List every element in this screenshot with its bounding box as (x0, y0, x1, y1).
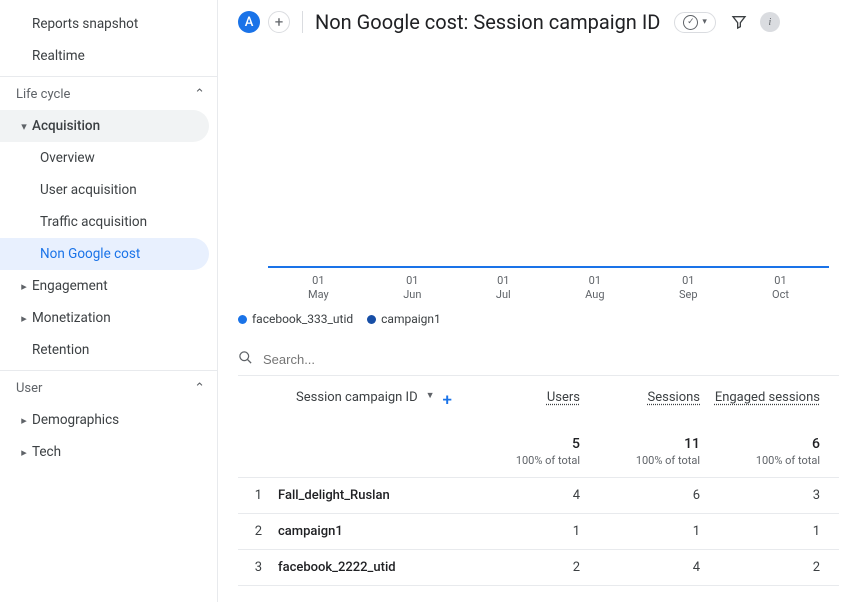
sidebar-item-user-acquisition[interactable]: User acquisition (0, 174, 217, 206)
dimension-dropdown-icon[interactable]: ▼ (426, 390, 435, 401)
dropdown-caret-icon: ▾ (702, 17, 707, 27)
chart-tick: 01Jul (496, 268, 511, 303)
row-users: 1 (468, 524, 588, 539)
avatar[interactable]: A (238, 11, 260, 33)
filter-icon[interactable] (730, 14, 748, 30)
row-index: 3 (238, 560, 278, 575)
caret-right-icon: ▸ (16, 312, 32, 325)
row-users: 4 (468, 488, 588, 503)
data-table: Session campaign ID ▼ + Users Sessions E… (238, 376, 839, 586)
chart-tick: 01Oct (772, 268, 789, 303)
total-users: 5 100% of total (468, 436, 588, 467)
chart-tick: 01Sep (679, 268, 698, 303)
row-engaged-sessions: 2 (708, 560, 828, 575)
table-totals-row: 5 100% of total 11 100% of total 6 100% … (238, 418, 839, 478)
sidebar: Reports snapshot Realtime Life cycle ⌃ ▾… (0, 0, 218, 602)
row-index: 2 (238, 524, 278, 539)
row-sessions: 6 (588, 488, 708, 503)
sidebar-item-acquisition[interactable]: ▾ Acquisition (0, 110, 209, 142)
total-engaged-sessions: 6 100% of total (708, 436, 828, 467)
status-pill[interactable]: ✓ ▾ (674, 12, 716, 33)
sidebar-item-retention[interactable]: Retention (0, 334, 217, 366)
row-dimension: Fall_delight_Ruslan (278, 488, 468, 503)
divider (302, 11, 303, 33)
table-row[interactable]: 2campaign1111 (238, 514, 839, 550)
dimension-header: Session campaign ID ▼ + (238, 390, 468, 410)
chart-x-axis: 01May 01Jun 01Jul 01Aug 01Sep 01Oct (268, 268, 829, 303)
table-row[interactable]: 3facebook_2222_utid242 (238, 550, 839, 586)
chevron-up-icon: ⌃ (194, 87, 205, 102)
chart-tick: 01May (308, 268, 329, 303)
check-circle-icon: ✓ (683, 15, 698, 30)
sidebar-item-realtime[interactable]: Realtime (0, 40, 217, 72)
row-engaged-sessions: 3 (708, 488, 828, 503)
caret-right-icon: ▸ (16, 414, 32, 427)
legend-dot-icon (367, 315, 376, 324)
row-users: 2 (468, 560, 588, 575)
sidebar-item-reports-snapshot[interactable]: Reports snapshot (0, 8, 217, 40)
row-index: 1 (238, 488, 278, 503)
row-sessions: 1 (588, 524, 708, 539)
sidebar-item-overview[interactable]: Overview (0, 142, 217, 174)
metric-header-sessions: Sessions (588, 390, 708, 410)
chart-legend: facebook_333_utid campaign1 (238, 312, 441, 326)
add-dimension-button[interactable]: + (443, 390, 452, 410)
sidebar-item-traffic-acquisition[interactable]: Traffic acquisition (0, 206, 217, 238)
row-engaged-sessions: 1 (708, 524, 828, 539)
sidebar-item-demographics[interactable]: ▸ Demographics (0, 404, 217, 436)
table-row[interactable]: 1Fall_delight_Ruslan463 (238, 478, 839, 514)
main-content: A + Non Google cost: Session campaign ID… (218, 0, 859, 602)
sidebar-category-life-cycle[interactable]: Life cycle ⌃ (0, 76, 217, 110)
row-sessions: 4 (588, 560, 708, 575)
info-icon[interactable]: i (760, 12, 780, 32)
total-sessions: 11 100% of total (588, 436, 708, 467)
caret-right-icon: ▸ (16, 280, 32, 293)
chevron-up-icon: ⌃ (194, 381, 205, 396)
table-header: Session campaign ID ▼ + Users Sessions E… (238, 376, 839, 418)
caret-right-icon: ▸ (16, 446, 32, 459)
sidebar-item-engagement[interactable]: ▸ Engagement (0, 270, 217, 302)
add-comparison-button[interactable]: + (268, 11, 290, 33)
search-input[interactable] (263, 352, 839, 367)
sidebar-item-non-google-cost[interactable]: Non Google cost (0, 238, 209, 270)
sidebar-item-monetization[interactable]: ▸ Monetization (0, 302, 217, 334)
search-icon (238, 350, 253, 369)
row-dimension: campaign1 (278, 524, 468, 539)
sidebar-item-tech[interactable]: ▸ Tech (0, 436, 217, 468)
metric-header-users: Users (468, 390, 588, 410)
page-title: Non Google cost: Session campaign ID (315, 10, 660, 34)
row-dimension: facebook_2222_utid (278, 560, 468, 575)
dimension-label[interactable]: Session campaign ID (296, 390, 418, 405)
legend-dot-icon (238, 315, 247, 324)
metric-header-engaged-sessions: Engaged sessions (708, 390, 828, 410)
chart-tick: 01Jun (403, 268, 421, 303)
legend-item[interactable]: facebook_333_utid (238, 312, 353, 326)
table-search (238, 344, 839, 376)
report-header: A + Non Google cost: Session campaign ID… (230, 0, 847, 46)
chart-area: 01May01Jun01Jul01Aug01Sep01Oct facebook_… (238, 46, 839, 296)
chart-tick: 01Aug (585, 268, 604, 303)
sidebar-category-user[interactable]: User ⌃ (0, 370, 217, 404)
caret-down-icon: ▾ (16, 120, 32, 133)
legend-item[interactable]: campaign1 (367, 312, 441, 326)
